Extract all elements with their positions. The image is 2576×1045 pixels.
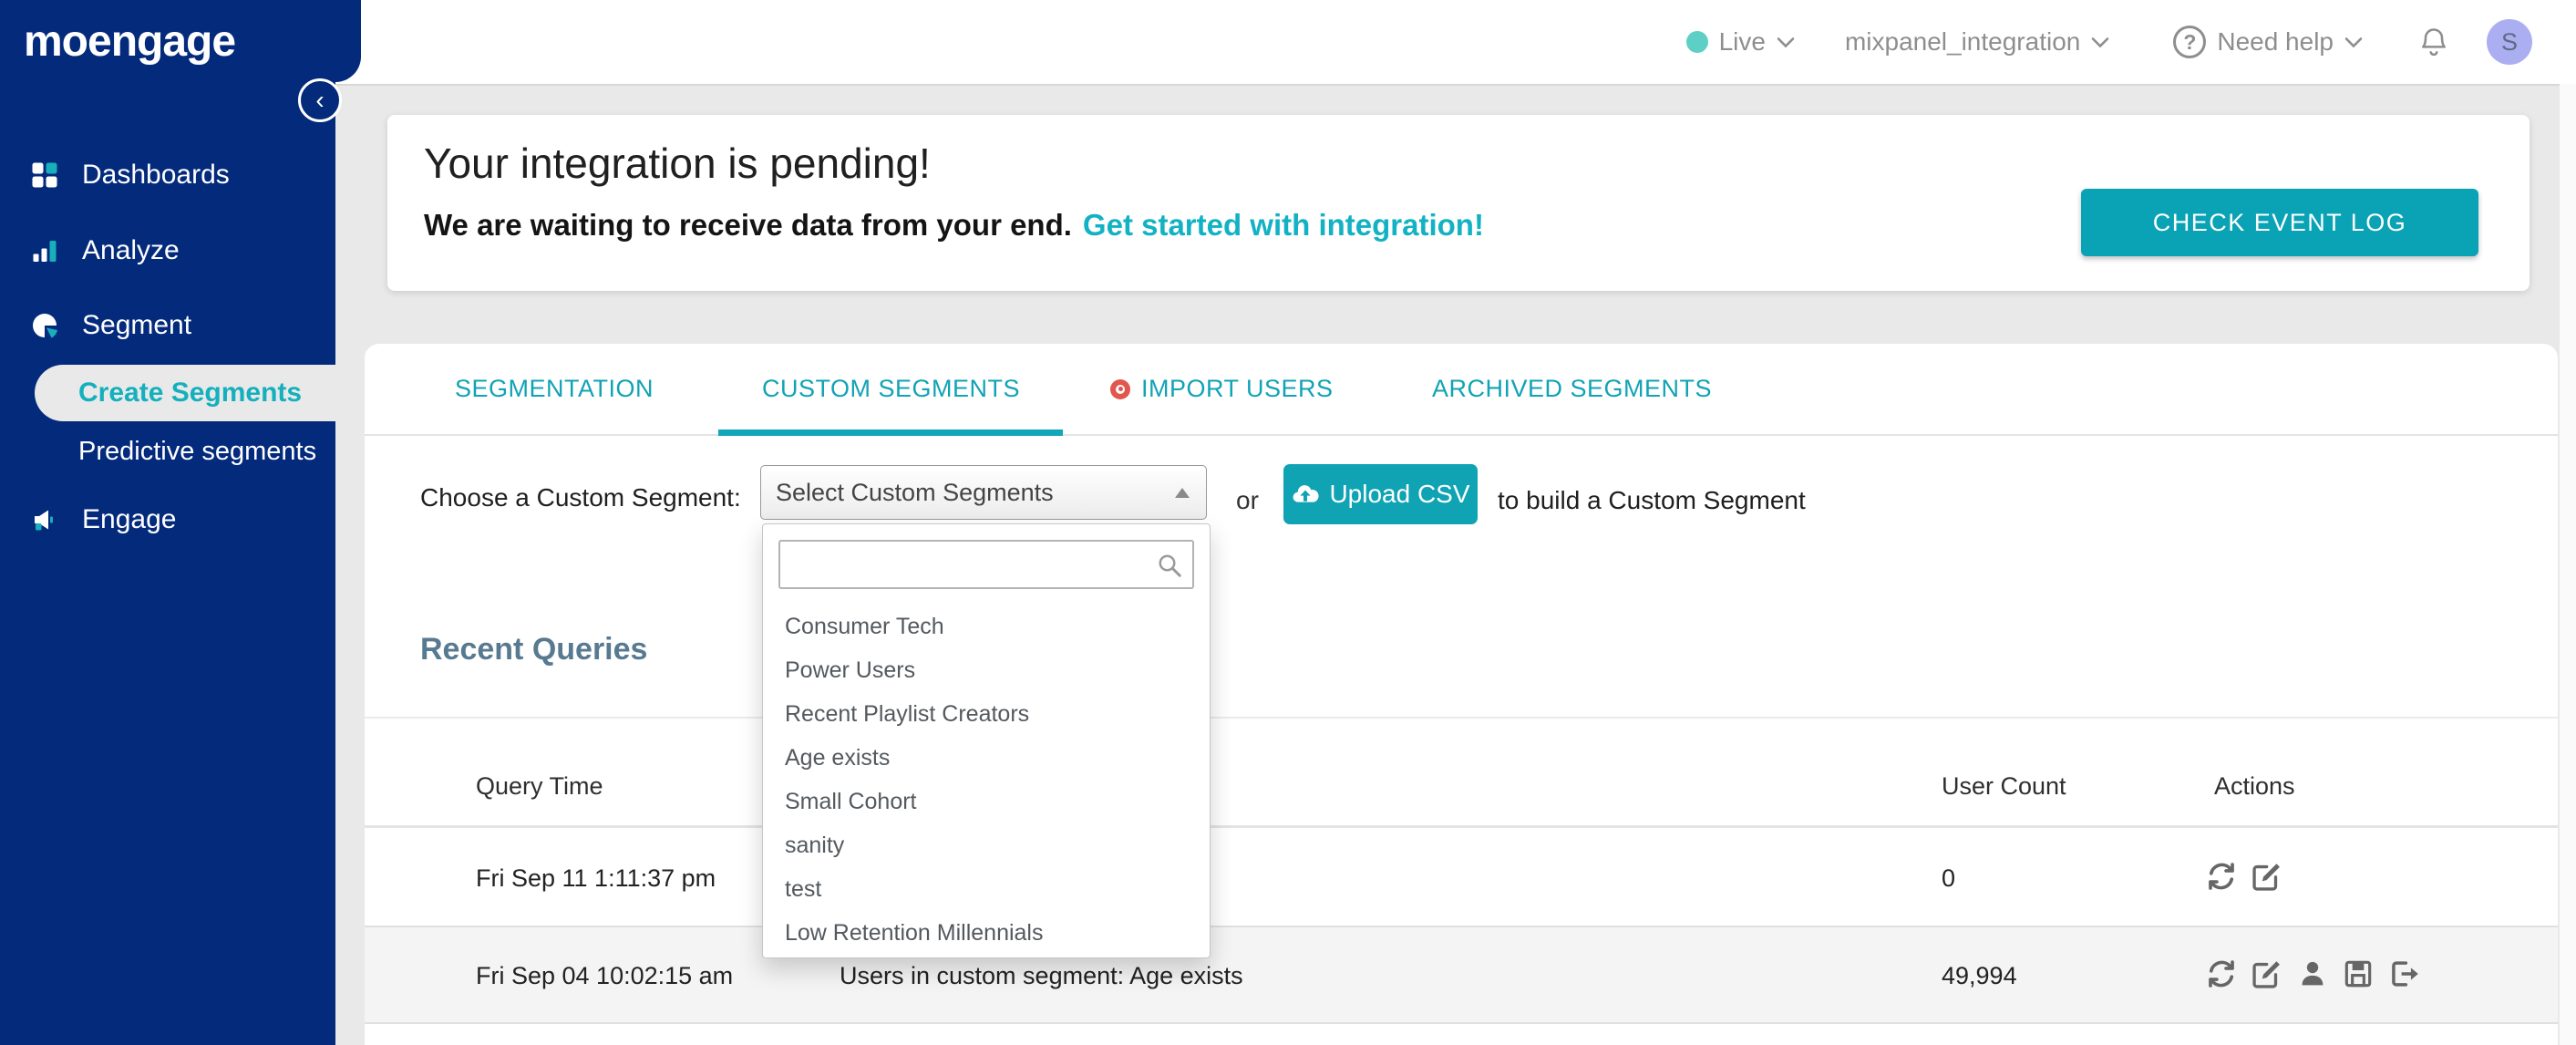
import-users-dot-icon <box>1110 378 1130 399</box>
header-controls: Live mixpanel_integration ? Need help S <box>1685 0 2532 84</box>
project-dropdown[interactable]: mixpanel_integration <box>1845 27 2109 57</box>
divider <box>365 717 2558 719</box>
or-text: or <box>1236 486 1259 514</box>
sidebar-item-label: Analyze <box>82 235 180 265</box>
dropdown-option[interactable]: Age exists <box>763 736 1210 780</box>
integration-pending-banner: Your integration is pending! We are wait… <box>387 115 2530 291</box>
query-cell: Users in custom segment: Age exists <box>840 962 1243 989</box>
dropdown-option[interactable]: test <box>763 867 1210 911</box>
dropdown-option[interactable]: Low Retention Millennials <box>763 911 1210 955</box>
avatar-initial: S <box>2500 27 2518 56</box>
tab-label: IMPORT USERS <box>1141 375 1334 402</box>
user-count-cell: 49,994 <box>1942 962 2017 989</box>
analyze-icon <box>33 241 57 262</box>
sidebar-item-engage[interactable]: Engage <box>0 492 335 547</box>
tab-label: CUSTOM SEGMENTS <box>762 375 1021 402</box>
chevron-down-icon <box>2344 36 2363 47</box>
environment-label: Live <box>1718 27 1766 56</box>
notifications-bell-icon[interactable] <box>2417 25 2450 59</box>
upload-csv-button[interactable]: Upload CSV <box>1283 464 1478 524</box>
query-time-cell: Fri Sep 04 10:02:15 am <box>476 962 734 989</box>
banner-title: Your integration is pending! <box>424 140 931 187</box>
column-header-actions: Actions <box>2214 772 2295 800</box>
sidebar-item-label: Segment <box>82 310 192 340</box>
app-root: Live mixpanel_integration ? Need help S <box>0 0 2576 1045</box>
select-value: Select Custom Segments <box>776 478 1054 506</box>
export-icon[interactable] <box>2386 957 2421 991</box>
cloud-upload-icon <box>1293 485 1319 502</box>
refresh-icon[interactable] <box>2204 957 2239 991</box>
edit-icon[interactable] <box>2250 957 2284 991</box>
sidebar-item-label: Predictive segments <box>78 437 317 466</box>
scrollbar-track[interactable] <box>2560 84 2576 1045</box>
banner-message: We are waiting to receive data from your… <box>424 208 1484 243</box>
sidebar-item-dashboards[interactable]: Dashboards <box>0 148 335 202</box>
segment-pie-icon <box>33 314 57 338</box>
tabs-bar: SEGMENTATION CUSTOM SEGMENTS IMPORT USER… <box>365 344 2558 436</box>
moengage-logo: moengage <box>24 16 236 66</box>
logo-block: moengage <box>0 0 361 82</box>
save-icon[interactable] <box>2341 957 2375 991</box>
dropdown-option[interactable]: Small Cohort <box>763 780 1210 823</box>
tab-segmentation[interactable]: SEGMENTATION <box>455 344 654 434</box>
user-icon[interactable] <box>2295 957 2330 991</box>
sidebar-item-label: Create Segments <box>78 378 303 408</box>
dropdown-options-list: Consumer Tech Power Users Recent Playlis… <box>763 605 1210 955</box>
tab-label: ARCHIVED SEGMENTS <box>1432 375 1713 402</box>
sidebar: Dashboards Analyze Segment Create Segmen… <box>0 0 335 1045</box>
check-event-log-button[interactable]: CHECK EVENT LOG <box>2081 189 2478 256</box>
query-time-cell: Fri Sep 11 1:11:37 pm <box>476 864 716 892</box>
custom-segment-select[interactable]: Select Custom Segments <box>760 465 1207 520</box>
get-started-link[interactable]: Get started with integration! <box>1083 208 1484 242</box>
sidebar-item-create-segments[interactable]: Create Segments <box>35 365 335 421</box>
custom-segments-dropdown-panel: Consumer Tech Power Users Recent Playlis… <box>762 523 1211 958</box>
engage-megaphone-icon <box>35 510 53 531</box>
search-icon <box>1159 554 1181 577</box>
banner-message-text: We are waiting to receive data from your… <box>424 208 1072 242</box>
sidebar-item-segment[interactable]: Segment <box>0 298 335 353</box>
table-row: Fri Sep 11 1:11:37 pm 0 <box>365 828 2558 926</box>
refresh-icon[interactable] <box>2204 859 2239 894</box>
tab-import-users[interactable]: IMPORT USERS <box>1110 344 1334 434</box>
sidebar-item-label: Dashboards <box>82 160 230 190</box>
sidebar-collapse-button[interactable]: ‹ <box>298 78 342 122</box>
build-custom-segment-text: to build a Custom Segment <box>1498 486 1806 514</box>
dropdown-search-input[interactable] <box>788 545 1156 585</box>
tab-archived-segments[interactable]: ARCHIVED SEGMENTS <box>1432 344 1712 434</box>
choose-custom-segment-label: Choose a Custom Segment: <box>420 483 741 512</box>
recent-queries-title: Recent Queries <box>420 632 648 667</box>
dropdown-search-box <box>778 540 1194 589</box>
sidebar-item-analyze[interactable]: Analyze <box>0 223 335 278</box>
project-name: mixpanel_integration <box>1844 27 2081 56</box>
help-icon: ? <box>2173 26 2207 58</box>
dashboards-icon <box>32 162 57 188</box>
chevron-down-icon <box>1777 36 1795 47</box>
select-arrow-up-icon <box>1175 488 1190 498</box>
tab-label: SEGMENTATION <box>455 375 654 402</box>
dropdown-option[interactable]: Power Users <box>763 648 1210 692</box>
chevron-down-icon <box>2092 36 2109 47</box>
active-tab-indicator <box>718 429 1063 436</box>
tab-custom-segments[interactable]: CUSTOM SEGMENTS <box>762 344 1020 434</box>
row-actions <box>2204 859 2284 894</box>
segments-card: SEGMENTATION CUSTOM SEGMENTS IMPORT USER… <box>365 344 2558 1045</box>
dropdown-option[interactable]: Recent Playlist Creators <box>763 692 1210 736</box>
edit-icon[interactable] <box>2250 859 2284 894</box>
dropdown-option[interactable]: Consumer Tech <box>763 605 1210 648</box>
upload-csv-label: Upload CSV <box>1329 480 1470 508</box>
user-avatar[interactable]: S <box>2487 19 2532 65</box>
column-header-user-count: User Count <box>1942 772 2066 800</box>
dropdown-option[interactable]: sanity <box>763 823 1210 867</box>
table-row: Fri Sep 04 10:02:15 am Users in custom s… <box>365 926 2558 1024</box>
need-help-dropdown[interactable]: ? Need help <box>2173 26 2363 58</box>
user-count-cell: 0 <box>1942 864 1956 892</box>
column-header-query-time: Query Time <box>476 772 603 800</box>
environment-dropdown[interactable]: Live <box>1685 27 1795 57</box>
live-status-dot <box>1685 31 1708 53</box>
sidebar-item-predictive-segments[interactable]: Predictive segments <box>0 437 335 467</box>
row-actions <box>2204 957 2421 991</box>
need-help-label: Need help <box>2217 27 2334 56</box>
top-header: Live mixpanel_integration ? Need help S <box>0 0 2576 86</box>
sidebar-item-label: Engage <box>82 504 177 534</box>
